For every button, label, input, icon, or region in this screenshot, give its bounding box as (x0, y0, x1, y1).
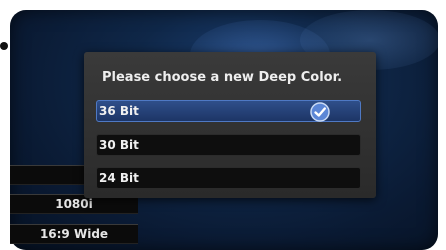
option-30-bit[interactable]: 30 Bit (96, 134, 361, 156)
option-36-bit[interactable]: 36 Bit (96, 100, 361, 122)
option-label: 24 Bit (99, 171, 139, 185)
option-label: 30 Bit (99, 138, 139, 152)
info-row-aspect: 16:9 Wide (10, 224, 138, 244)
bezel-dot (0, 42, 8, 50)
deep-color-dialog: Please choose a new Deep Color. 36 Bit 3… (84, 52, 376, 198)
option-24-bit[interactable]: 24 Bit (96, 167, 361, 189)
check-icon (310, 102, 330, 122)
option-label: 36 Bit (99, 104, 139, 118)
device-frame: N 1080i 16:9 Wide Please choose a new De… (0, 0, 446, 250)
dialog-title: Please choose a new Deep Color. (102, 70, 343, 85)
